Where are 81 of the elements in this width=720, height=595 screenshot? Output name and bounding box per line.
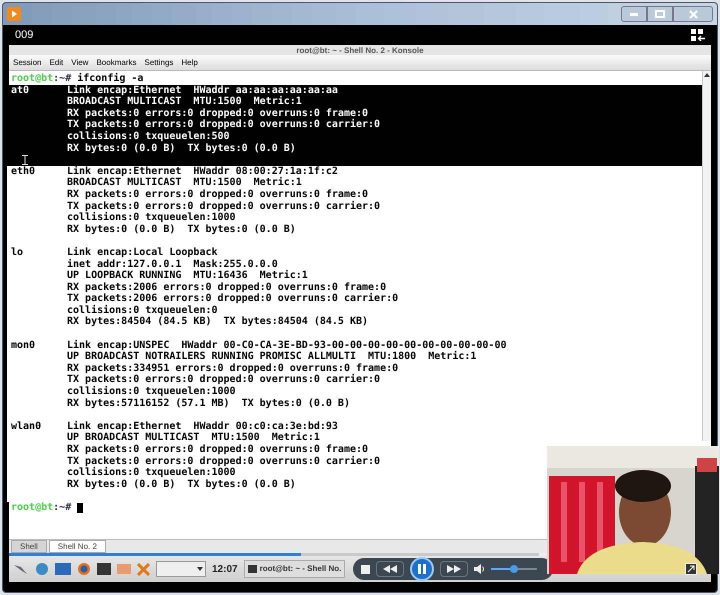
combo-box[interactable] (156, 561, 206, 577)
close-icon (688, 10, 698, 18)
output-line: RX packets:0 errors:0 dropped:0 overruns:0 frame:0 (67, 108, 368, 119)
output-line: RX bytes:57116152 (57.1 MB) TX bytes:0 (0.0 B) (67, 398, 351, 410)
output-line: BROADCAST MULTICAST MTU:1500 Metric:1 (67, 177, 303, 189)
text-cursor-icon (22, 154, 28, 165)
konsole-title: root@bt: ~ - Shell No. 2 - Konsole (296, 46, 424, 54)
next-button[interactable] (440, 561, 468, 577)
interface-name: eth0 (11, 166, 36, 179)
interface-name: mon0 (11, 340, 36, 353)
output-line: RX packets:2006 errors:0 dropped:0 overruns:0 frame:0 (67, 282, 386, 293)
output-line: collisions:0 txqueuelen:1000 (67, 386, 237, 398)
output-line: Link encap:Ethernet HWaddr 08:00:27:1a:1f:c2 (67, 166, 339, 177)
rewind-icon (383, 565, 398, 573)
window-number: 009 (15, 28, 34, 43)
globe-icon (35, 562, 49, 576)
command-text: ifconfig -a (77, 73, 144, 85)
volume-thumb[interactable] (510, 565, 518, 573)
terminal-icon (248, 565, 257, 573)
output-line: RX bytes:0 (0.0 B) TX bytes:0 (0.0 B) (67, 224, 297, 236)
menu-item[interactable]: Bookmarks (96, 56, 136, 68)
output-line: RX bytes:0 (0.0 B) TX bytes:0 (0.0 B) (67, 142, 297, 154)
output-line: BROADCAST MULTICAST MTU:1500 Metric:1 (67, 96, 303, 108)
output-line: TX packets:0 errors:0 dropped:0 overruns:0 carrier:0 (67, 374, 382, 386)
close-button[interactable] (673, 6, 713, 22)
time-display: 12:07 (212, 562, 238, 576)
fullscreen-icon (685, 563, 697, 575)
menu-item[interactable]: View (71, 56, 88, 68)
task-button[interactable]: root@bt: ~ - Shell No. (244, 560, 346, 578)
menu-item[interactable]: Session (13, 56, 42, 68)
terminal-icon (97, 563, 111, 575)
shell-tab[interactable]: Shell No. 2 (48, 540, 106, 553)
output-line: Link encap:UNSPEC HWaddr 00-C0-CA-3E-BD-93-00-00-00-00-00-00-00-00-00-00 (67, 340, 506, 351)
output-line: RX packets:0 errors:0 dropped:0 overruns:0 frame:0 (67, 444, 370, 456)
play-pause-button[interactable] (410, 557, 434, 581)
output-line: collisions:0 txqueuelen:1000 (67, 467, 237, 479)
minimize-button[interactable] (621, 6, 647, 22)
prompt-user: root@bt (11, 502, 54, 514)
output-line: Link encap:Ethernet HWaddr 00:c0:ca:3e:bd:93 (67, 420, 339, 432)
maximize-icon (655, 10, 665, 18)
output-line: collisions:0 txqueuelen:500 (67, 130, 231, 143)
dropdown-icon (197, 567, 203, 571)
browser-icon (77, 562, 91, 576)
maximize-button[interactable] (647, 6, 673, 22)
pause-icon (418, 564, 426, 574)
output-line: RX packets:0 errors:0 dropped:0 overruns:0 frame:0 (67, 188, 370, 200)
output-line: TX packets:0 errors:0 dropped:0 overruns:0 carrier:0 (67, 200, 380, 212)
output-line: Link encap:Local Loopback (67, 246, 219, 258)
media-player-icon (7, 7, 21, 21)
interface-name: wlan0 (11, 420, 42, 434)
stop-button[interactable] (361, 564, 370, 574)
output-line: TX packets:0 errors:0 dropped:0 overruns:0 carrier:0 (67, 456, 380, 467)
menu-item[interactable]: Help (181, 56, 198, 68)
cross-icon (137, 562, 150, 576)
output-line: UP BROADCAST MULTICAST MTU:1500 Metric:1 (67, 432, 321, 444)
previous-button[interactable] (376, 561, 404, 577)
prompt-path: :~# (53, 73, 72, 85)
menu-item[interactable]: Edit (49, 56, 64, 68)
menu-item[interactable]: Settings (144, 56, 174, 68)
prompt-user: root@bt (11, 73, 54, 85)
output-line: inet addr:127.0.0.1 Mask:255.0.0.0 (67, 258, 279, 270)
output-line: RX packets:334951 errors:0 dropped:0 overruns:0 frame:0 (67, 362, 400, 374)
interface-name: lo (11, 246, 24, 260)
output-line: RX bytes:84504 (84.5 KB) TX bytes:84504 (84.5 KB) (67, 316, 370, 328)
output-line: RX bytes:0 (0.0 B) TX bytes:0 (0.0 B) (67, 478, 297, 490)
volume-icon (474, 564, 486, 574)
terminal-cursor (77, 502, 84, 513)
output-line: collisions:0 txqueuelen:1000 (67, 212, 237, 224)
output-line: Link encap:Ethernet HWaddr aa:aa:aa:aa:aa:aa (67, 84, 339, 96)
minimize-icon (630, 12, 638, 16)
output-line: UP LOOPBACK RUNNING MTU:16436 Metric:1 (67, 270, 309, 282)
output-line: collisions:0 txqueuelen:0 (67, 304, 219, 316)
switch-view-icon (691, 29, 705, 41)
interface-name: at0 (11, 84, 30, 98)
shell-tab[interactable]: Shell (11, 540, 47, 553)
output-line: TX packets:2006 errors:0 dropped:0 overruns:0 carrier:0 (67, 293, 398, 304)
stop-icon (361, 564, 370, 574)
output-line: UP BROADCAST NOTRAILERS RUNNING PROMISC ALLMULTI MTU:1800 Metric:1 (67, 351, 478, 363)
fast-forward-icon (447, 565, 462, 573)
output-line: TX packets:0 errors:0 dropped:0 overruns:0 carrier:0 (67, 119, 380, 130)
prompt-path: :~# (53, 502, 72, 514)
